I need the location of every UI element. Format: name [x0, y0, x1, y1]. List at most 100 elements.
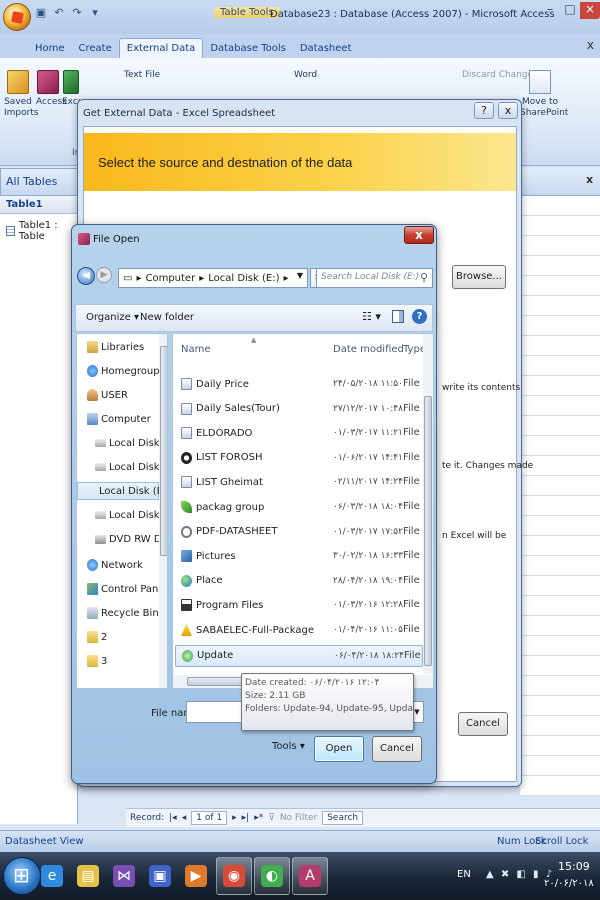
datasheet-grid[interactable] — [520, 196, 600, 796]
next-record-icon[interactable]: ▸ — [232, 813, 237, 823]
breadcrumb-sep-icon[interactable]: ▸ — [199, 273, 204, 284]
taskbar-app-button[interactable]: ▶ — [178, 857, 214, 895]
tree-scrollbar[interactable] — [159, 334, 167, 688]
taskbar-app-button[interactable]: ⋈ — [106, 857, 142, 895]
forward-arrow-icon[interactable]: ▶ — [96, 267, 112, 283]
taskbar-app-button[interactable]: ▤ — [70, 857, 106, 895]
tab-database-tools[interactable]: Database Tools — [203, 39, 293, 58]
file-list-vscrollbar[interactable] — [423, 334, 433, 674]
file-row[interactable]: Pictures ۳۰/۰۲/۲۰۱۸ ۱۶:۳۳ File fol — [175, 546, 433, 568]
tree-item[interactable]: Local Disk (E:) — [77, 482, 167, 500]
text-file-button[interactable]: Text File — [124, 70, 160, 80]
taskbar-app-button[interactable]: A — [292, 857, 328, 895]
file-name-input[interactable] — [186, 701, 246, 723]
office-button-icon[interactable] — [3, 3, 31, 31]
taskbar-app-button[interactable]: ◉ — [216, 857, 252, 895]
maximize-button[interactable]: □ — [561, 2, 579, 19]
filter-status[interactable]: No Filter — [280, 813, 317, 823]
minimize-button[interactable]: – — [541, 2, 559, 19]
tree-item[interactable]: Recycle Bin — [77, 604, 159, 622]
tree-item[interactable]: 2 — [77, 628, 107, 646]
close-window-button[interactable]: × — [580, 2, 600, 19]
preview-pane-icon[interactable] — [392, 310, 404, 323]
file-row[interactable]: LIST FOROSH ۰۱/۰۶/۲۰۱۷ ۱۴:۴۱ File fol — [175, 448, 433, 470]
taskbar-app-button[interactable]: ▣ — [142, 857, 178, 895]
redo-icon[interactable]: ↷ — [70, 6, 84, 20]
tree-item[interactable]: Libraries — [77, 338, 144, 356]
organize-button[interactable]: Organize ▾ — [86, 312, 139, 323]
tree-item[interactable]: Local Disk (F:) — [77, 506, 167, 524]
word-button[interactable]: Word — [294, 70, 317, 80]
record-search-input[interactable]: Search — [322, 811, 364, 825]
save-icon[interactable]: ▣ — [34, 6, 48, 20]
file-row[interactable]: Update ۰۶/۰۴/۲۰۱۸ ۱۸:۲۴ File fol — [175, 644, 433, 667]
tree-item[interactable]: Control Panel — [77, 580, 167, 598]
search-icon[interactable]: ⚲ — [420, 271, 428, 284]
help-icon[interactable]: ? — [412, 309, 427, 324]
taskbar-app-button[interactable]: e — [34, 857, 70, 895]
search-input[interactable]: Search Local Disk (E:) ⚲ — [316, 268, 433, 288]
file-row[interactable]: LIST Gheimat ۰۲/۱۱/۲۰۱۷ ۱۴:۲۴ File fol — [175, 472, 433, 494]
tree-item[interactable]: Local Disk (D:) — [77, 458, 167, 476]
tree-item[interactable]: USER — [77, 386, 128, 404]
file-row[interactable]: SABAELEC-Full-Package ۰۱/۰۴/۲۰۱۶ ۱۱:۰۵ Fil… — [175, 620, 433, 642]
tree-item[interactable]: Local Disk (C:) — [77, 434, 167, 452]
file-row[interactable]: Daily Sales(Tour) ۲۷/۱۲/۲۰۱۷ ۱۰:۴۸ File fo… — [175, 399, 433, 421]
breadcrumb-sep-icon[interactable]: ▸ — [283, 273, 288, 284]
tools-button[interactable]: Tools ▾ — [272, 741, 305, 752]
ged-help-button[interactable]: ? — [474, 102, 494, 119]
file-row[interactable]: Daily Price ۲۴/۰۵/۲۰۱۸ ۱۱:۵۰ File fol — [175, 374, 433, 396]
browse-button[interactable]: Browse... — [452, 265, 506, 289]
column-header-name[interactable]: Name — [181, 344, 211, 355]
ribbon-close-icon[interactable]: x — [587, 38, 594, 52]
clock-time[interactable]: 15:09 — [558, 860, 590, 873]
nav-group-table1[interactable]: Table1 — [0, 196, 77, 214]
tab-create[interactable]: Create — [72, 39, 119, 58]
nav-pane-header[interactable]: All Tables — [0, 168, 78, 196]
tab-datasheet[interactable]: Datasheet — [293, 39, 359, 58]
clock-date[interactable]: ۲۰/۰۶/۲۰۱۸ — [544, 878, 594, 889]
tab-external-data[interactable]: External Data — [118, 38, 204, 58]
file-row[interactable]: PDF-DATASHEET ۰۱/۰۳/۲۰۱۷ ۱۷:۵۲ File fol — [175, 522, 433, 544]
file-open-close-button[interactable]: x — [404, 226, 434, 244]
record-position-input[interactable]: 1 of 1 — [191, 811, 228, 825]
address-dropdown-icon[interactable]: ▼ — [297, 271, 303, 280]
tree-item[interactable]: Homegroup — [77, 362, 160, 380]
breadcrumb-computer[interactable]: Computer — [145, 273, 195, 284]
back-arrow-icon[interactable]: ◀ — [77, 267, 95, 285]
tree-item[interactable]: 3 — [77, 652, 107, 670]
qat-dropdown-icon[interactable]: ▾ — [88, 6, 102, 20]
file-row[interactable]: packag group ۰۶/۰۳/۲۰۱۸ ۱۸:۰۴ File fol — [175, 497, 433, 519]
move-to-sharepoint-button[interactable]: Move to SharePoint — [520, 70, 568, 119]
undo-icon[interactable]: ↶ — [52, 6, 66, 20]
tab-home[interactable]: Home — [28, 39, 72, 58]
breadcrumb-sep-icon[interactable]: ▸ — [136, 273, 141, 284]
tree-item[interactable]: Computer — [77, 410, 151, 428]
saved-imports-button[interactable]: Saved Imports — [4, 70, 39, 119]
taskbar-app-button[interactable]: ◐ — [254, 857, 290, 895]
cancel-button[interactable]: Cancel — [372, 736, 422, 762]
file-row[interactable]: Place ۲۸/۰۴/۲۰۱۸ ۱۹:۰۴ File fol — [175, 571, 433, 593]
nav-item-table1[interactable]: Table1 : Table — [0, 214, 77, 248]
first-record-icon[interactable]: |◂ — [169, 813, 177, 823]
new-record-icon[interactable]: ▸* — [254, 813, 263, 823]
prev-record-icon[interactable]: ◂ — [182, 813, 187, 823]
tree-item[interactable]: Network — [77, 556, 143, 574]
address-bar[interactable]: ▭ ▸ Computer ▸ Local Disk (E:) ▸ ▼ — [118, 268, 308, 288]
tree-scroll-thumb[interactable] — [160, 346, 167, 556]
ged-close-button[interactable]: x — [498, 102, 518, 119]
file-row[interactable]: Program Files ۰۱/۰۳/۲۰۱۶ ۱۲:۲۸ File fol — [175, 595, 433, 617]
file-list[interactable]: ▲ Name Date modified Type Daily Price ۲۴/… — [172, 333, 434, 689]
new-folder-button[interactable]: New folder — [140, 312, 194, 323]
open-button[interactable]: Open — [314, 736, 364, 762]
file-list-vscroll-thumb[interactable] — [424, 396, 432, 666]
file-row[interactable]: ELDORADO ۰۱/۰۳/۲۰۱۷ ۱۱:۲۱ File fol — [175, 423, 433, 445]
change-view-icon[interactable]: ☷ ▾ — [362, 310, 381, 323]
tree-item[interactable]: DVD RW Drive ( — [77, 530, 167, 548]
ged-cancel-button[interactable]: Cancel — [458, 712, 508, 736]
folder-tree[interactable]: Libraries Homegroup USER Computer Local Disk… — [76, 333, 168, 689]
breadcrumb-local-disk-e[interactable]: Local Disk (E:) — [208, 273, 279, 284]
datasheet-close-icon[interactable]: x — [586, 173, 593, 186]
import-access-button[interactable]: Access — [36, 70, 67, 108]
column-header-date[interactable]: Date modified — [333, 344, 404, 355]
